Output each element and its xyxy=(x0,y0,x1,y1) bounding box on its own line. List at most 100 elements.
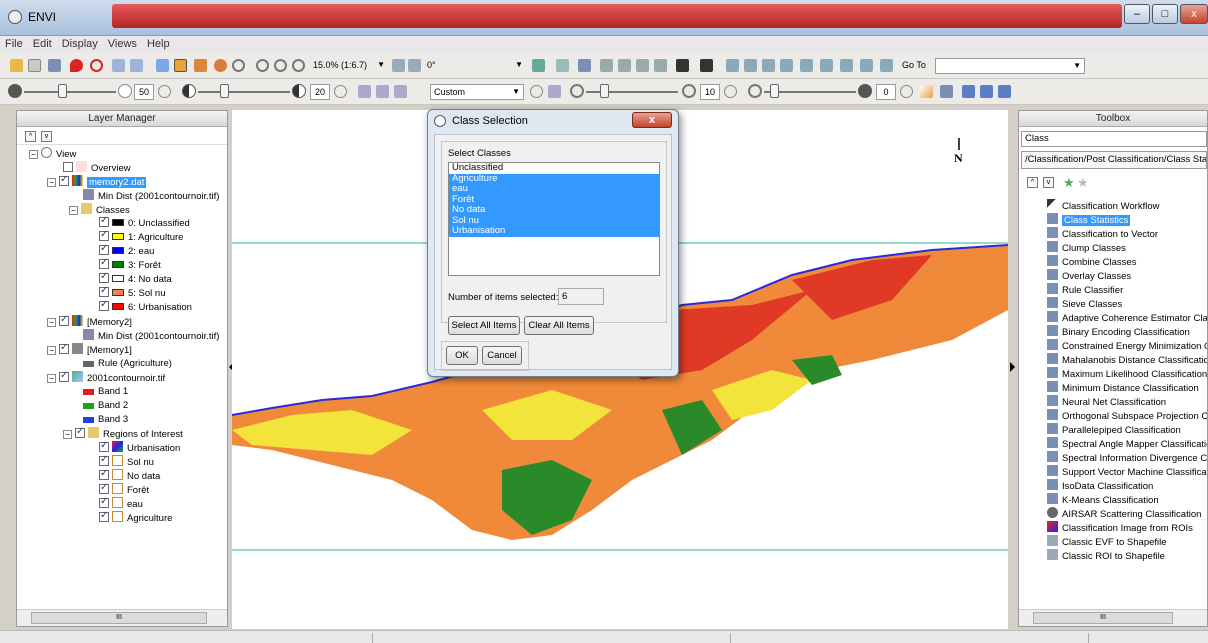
pin-icon[interactable] xyxy=(70,59,83,72)
menu-display[interactable]: Display xyxy=(57,36,103,52)
contrast-slider[interactable] xyxy=(198,91,290,93)
class-item[interactable]: 5: Sol nu xyxy=(99,284,166,301)
stretch-combo[interactable]: Custom ▼ xyxy=(430,84,524,100)
brightness-knob[interactable] xyxy=(58,84,67,98)
toolbox-item[interactable]: Adaptive Coherence Estimator Classificat… xyxy=(1047,311,1207,325)
tree-roi-folder[interactable]: −Regions of Interest xyxy=(63,425,183,441)
crosshair-icon[interactable] xyxy=(90,59,103,72)
toolbox-collapse-icon[interactable]: ^ xyxy=(1027,177,1038,188)
tree-memory2[interactable]: −[Memory2] xyxy=(47,313,132,329)
toolbox-item[interactable]: Maximum Likelihood Classification xyxy=(1047,367,1207,381)
pixel-locator-icon[interactable] xyxy=(840,59,853,72)
stretch-icon[interactable] xyxy=(358,85,371,98)
toolbox-item[interactable]: K-Means Classification xyxy=(1047,493,1159,507)
expand-all-icon[interactable]: v xyxy=(41,131,52,142)
layer-manager-hscroll[interactable]: III xyxy=(17,609,227,626)
toolbox-item[interactable]: Combine Classes xyxy=(1047,255,1136,269)
fly-icon[interactable] xyxy=(194,59,207,72)
toolbox-item[interactable]: Minimum Distance Classification xyxy=(1047,381,1199,395)
toolbox-item[interactable]: Classification Image from ROIs xyxy=(1047,521,1193,535)
roi-item[interactable]: Urbanisation xyxy=(99,439,180,455)
dialog-close-button[interactable]: x xyxy=(632,112,672,128)
new-icon[interactable] xyxy=(28,59,41,72)
pan-hand-icon[interactable] xyxy=(174,59,187,72)
swipe-icon[interactable] xyxy=(744,59,757,72)
toolbox-expand-icon[interactable]: v xyxy=(1043,177,1054,188)
histogram-icon[interactable] xyxy=(376,85,389,98)
toolbox-item[interactable]: Clump Classes xyxy=(1047,241,1126,255)
tree-min-dist[interactable]: Min Dist (2001contournoir.tif) xyxy=(83,189,219,203)
toolbox-item[interactable]: Mahalanobis Distance Classification xyxy=(1047,353,1207,367)
toolbox-item[interactable]: Overlay Classes xyxy=(1047,269,1131,283)
grid-icon[interactable] xyxy=(700,59,713,72)
zoom-fit-icon[interactable] xyxy=(292,59,305,72)
toolbox-item[interactable]: Classification Workflow xyxy=(1047,199,1160,213)
roi-item[interactable]: Agriculture xyxy=(99,509,172,525)
goto-combo[interactable]: ▼ xyxy=(935,58,1085,74)
reset-stretch-icon[interactable] xyxy=(530,85,543,98)
band-item[interactable]: Band 2 xyxy=(83,399,128,413)
toolbox-item[interactable]: Spectral Information Divergence Classifi… xyxy=(1047,451,1207,465)
scroll-thumb[interactable]: III xyxy=(1033,612,1173,624)
vector-icon[interactable] xyxy=(600,59,613,72)
close-button[interactable]: x xyxy=(1180,4,1208,24)
image-icon[interactable] xyxy=(940,85,953,98)
class-item[interactable]: 0: Unclassified xyxy=(99,214,190,231)
toolbox-item[interactable]: Classification to Vector xyxy=(1047,227,1158,241)
toolbox-search-input[interactable]: Class xyxy=(1021,131,1207,147)
zoom-out-icon[interactable] xyxy=(274,59,287,72)
tree-view[interactable]: − View xyxy=(29,147,76,161)
maximize-button[interactable]: □ xyxy=(1152,4,1178,24)
vertex-icon[interactable] xyxy=(636,59,649,72)
toolbox-item[interactable]: Class Statistics xyxy=(1047,213,1131,227)
measure-icon[interactable] xyxy=(556,59,569,72)
reset-brightness-icon[interactable] xyxy=(158,85,171,98)
collapse-all-icon[interactable]: ^ xyxy=(25,131,36,142)
layout-1-icon[interactable] xyxy=(962,85,975,98)
class-listbox[interactable]: Unclassified Agriculture eau Forêt No da… xyxy=(448,162,660,276)
cancel-button[interactable]: Cancel xyxy=(482,346,522,365)
toolbox-item[interactable]: Constrained Energy Minimization Classifi… xyxy=(1047,339,1207,353)
reset-contrast-icon[interactable] xyxy=(334,85,347,98)
toolbox-item[interactable]: Sieve Classes xyxy=(1047,297,1122,311)
reset-sharpen-icon[interactable] xyxy=(724,85,737,98)
clear-all-button[interactable]: Clear All Items xyxy=(524,316,594,335)
scroll-thumb[interactable]: III xyxy=(31,612,207,624)
layout-2-icon[interactable] xyxy=(980,85,993,98)
select-all-button[interactable]: Select All Items xyxy=(448,316,520,335)
class-list-item[interactable]: Urbanisation xyxy=(449,225,659,237)
flicker-icon[interactable] xyxy=(726,59,739,72)
band-item[interactable]: Band 3 xyxy=(83,413,128,427)
stats-icon[interactable] xyxy=(880,59,893,72)
cursor-value-icon[interactable] xyxy=(820,59,833,72)
sharpen-knob[interactable] xyxy=(600,84,609,98)
toolbox-item[interactable]: IsoData Classification xyxy=(1047,479,1153,493)
tree-memory2-dat[interactable]: −memory2.dat xyxy=(47,173,147,189)
vector-edit-icon[interactable] xyxy=(618,59,631,72)
menu-views[interactable]: Views xyxy=(103,36,142,52)
tree-memory1[interactable]: −[Memory1] xyxy=(47,341,132,357)
reset-transparency-icon[interactable] xyxy=(900,85,913,98)
class-list-item[interactable]: eau xyxy=(449,183,659,195)
brightness-value[interactable]: 50 xyxy=(134,84,154,100)
toolbox-item[interactable]: Binary Encoding Classification xyxy=(1047,325,1190,339)
toolbox-item[interactable]: Classic ROI to Shapefile xyxy=(1047,549,1165,563)
contrast-value[interactable]: 20 xyxy=(310,84,330,100)
rotate-icon[interactable] xyxy=(214,59,227,72)
rotate-right-icon[interactable] xyxy=(408,59,421,72)
toolbox-item[interactable]: Classic EVF to Shapefile xyxy=(1047,535,1167,549)
tree-memory1-child[interactable]: Rule (Agriculture) xyxy=(83,357,172,371)
toolbox-item[interactable]: Spectral Angle Mapper Classification xyxy=(1047,437,1207,451)
toolbox-item[interactable]: AIRSAR Scattering Classification xyxy=(1047,507,1201,521)
blend-icon[interactable] xyxy=(762,59,775,72)
toolbox-item[interactable]: Parallelepiped Classification xyxy=(1047,423,1181,437)
class-list-item[interactable]: Agriculture xyxy=(449,173,659,184)
class-list-item[interactable]: Unclassified xyxy=(449,162,659,174)
brightness-slider[interactable] xyxy=(24,91,116,93)
band-item[interactable]: Band 1 xyxy=(83,385,128,399)
forward-icon[interactable] xyxy=(130,59,143,72)
favorite-remove-icon[interactable]: ★ xyxy=(1077,175,1089,191)
menu-help[interactable]: Help xyxy=(142,36,175,52)
class-list-item[interactable]: No data xyxy=(449,204,659,216)
lock-icon[interactable] xyxy=(676,59,689,72)
